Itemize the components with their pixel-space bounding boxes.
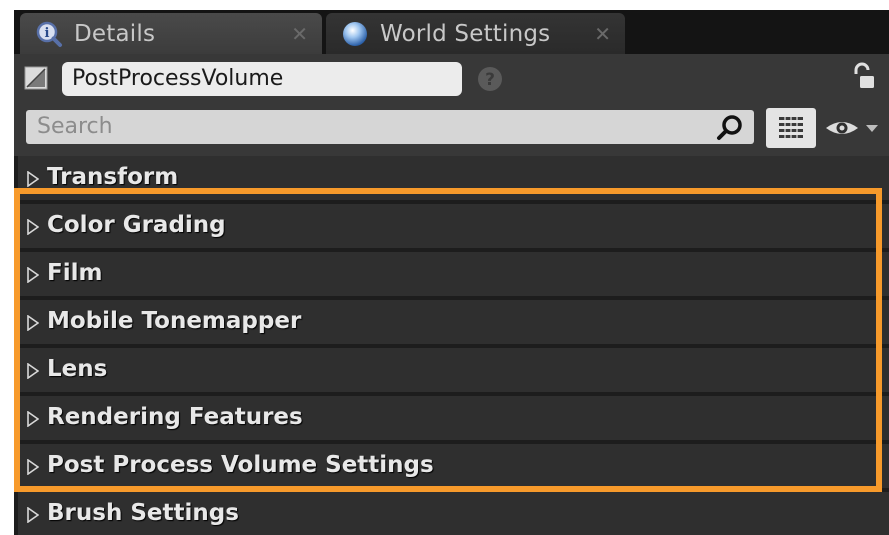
expand-arrow-icon	[27, 315, 39, 331]
category-label: Post Process Volume Settings	[47, 452, 434, 478]
expand-arrow-icon	[27, 459, 39, 475]
expand-arrow-icon	[27, 219, 39, 235]
category-label: Mobile Tonemapper	[47, 308, 302, 334]
actor-name-row: PostProcessVolume ?	[14, 54, 889, 106]
details-panel: i Details ✕ World Settings ✕ PostProcess…	[14, 10, 889, 535]
category-label: Rendering Features	[47, 404, 303, 430]
help-icon[interactable]: ?	[477, 66, 503, 92]
category-label: Transform	[47, 164, 179, 190]
category-rendering-features[interactable]: Rendering Features	[18, 396, 889, 440]
expand-arrow-icon	[27, 363, 39, 379]
actor-thumbnail-icon	[24, 66, 48, 90]
actor-name-field[interactable]: PostProcessVolume	[62, 62, 462, 96]
tab-details-close-icon[interactable]: ✕	[291, 22, 308, 46]
category-transform[interactable]: Transform	[18, 156, 889, 200]
category-brush-settings[interactable]: Brush Settings	[18, 492, 889, 535]
category-post-process-volume-settings[interactable]: Post Process Volume Settings	[18, 444, 889, 488]
lock-icon[interactable]	[852, 62, 876, 92]
category-label: Lens	[47, 356, 108, 382]
tab-bar: i Details ✕ World Settings ✕	[14, 10, 889, 54]
category-mobile-tonemapper[interactable]: Mobile Tonemapper	[18, 300, 889, 344]
search-input[interactable]: Search	[26, 110, 754, 144]
category-film[interactable]: Film	[18, 252, 889, 296]
expand-arrow-icon	[27, 171, 39, 187]
property-matrix-button[interactable]	[766, 108, 816, 148]
category-lens[interactable]: Lens	[18, 348, 889, 392]
svg-text:?: ?	[485, 70, 495, 90]
tab-world-settings-label: World Settings	[380, 20, 551, 47]
search-icon	[717, 115, 742, 140]
tab-details[interactable]: i Details ✕	[20, 13, 322, 54]
expand-arrow-icon	[27, 507, 39, 523]
category-label: Film	[47, 260, 103, 286]
search-row: Search	[14, 106, 889, 156]
category-label: Color Grading	[47, 212, 226, 238]
view-options-eye-icon[interactable]	[824, 116, 882, 140]
expand-arrow-icon	[27, 267, 39, 283]
expand-arrow-icon	[27, 411, 39, 427]
world-globe-icon	[340, 19, 370, 49]
category-label: Brush Settings	[47, 500, 239, 526]
tab-world-settings[interactable]: World Settings ✕	[326, 13, 625, 54]
svg-text:i: i	[45, 26, 50, 41]
details-info-icon: i	[34, 19, 64, 49]
grid-icon	[779, 116, 803, 139]
tab-details-label: Details	[74, 20, 156, 47]
category-color-grading[interactable]: Color Grading	[18, 204, 889, 248]
tab-world-settings-close-icon[interactable]: ✕	[594, 22, 611, 46]
